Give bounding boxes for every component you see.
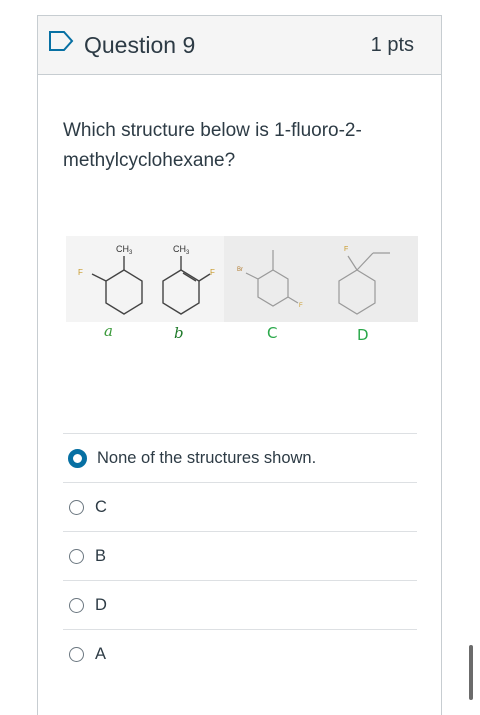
answer-label: D [95,595,107,614]
fluorine-label-d: F [344,246,348,253]
label-d: D [357,326,369,344]
label-c: C [267,324,277,342]
flag-question-icon[interactable] [48,30,74,52]
answer-label: B [95,546,107,565]
answer-label: A [95,644,107,663]
answer-list: None of the structures shown. C B D A [63,433,417,678]
question-title: Question 9 [84,32,196,58]
radio-icon[interactable] [69,597,84,613]
fluorine-label-c: F [299,303,303,309]
question-header: Question 9 1 pts [38,16,441,75]
question-points: 1 pts [370,34,414,56]
structure-a-b-image: CH3 F CH3 F [66,236,224,322]
question-prompt: Which structure below is 1-fluoro-2-meth… [63,120,362,171]
fluorine-label-a: F [78,268,83,277]
radio-icon[interactable] [69,548,84,564]
structure-c-image: Br F [224,236,322,322]
handwritten-labels: a b C D [104,322,369,344]
answer-option-b[interactable]: B [63,531,417,580]
label-a: a [104,322,113,340]
answer-option-c[interactable]: C [63,482,417,531]
fluorine-label-b: F [210,268,215,277]
bromine-label: Br [237,267,243,273]
radio-icon[interactable] [69,499,84,515]
structure-d-image: F [322,236,418,322]
answer-label: None of the structures shown. [97,448,317,467]
structures-figure: CH3 F CH3 F Br F F a b C D [66,236,418,344]
answer-option-none[interactable]: None of the structures shown. [63,433,417,482]
answer-option-d[interactable]: D [63,580,417,629]
radio-icon[interactable] [69,646,84,662]
question-card: Question 9 1 pts Which structure below i… [37,15,442,715]
label-b: b [174,324,184,342]
answer-label: C [95,497,107,516]
scrollbar-thumb[interactable] [469,645,473,700]
answer-option-a[interactable]: A [63,629,417,678]
radio-selected-icon[interactable] [68,448,87,468]
